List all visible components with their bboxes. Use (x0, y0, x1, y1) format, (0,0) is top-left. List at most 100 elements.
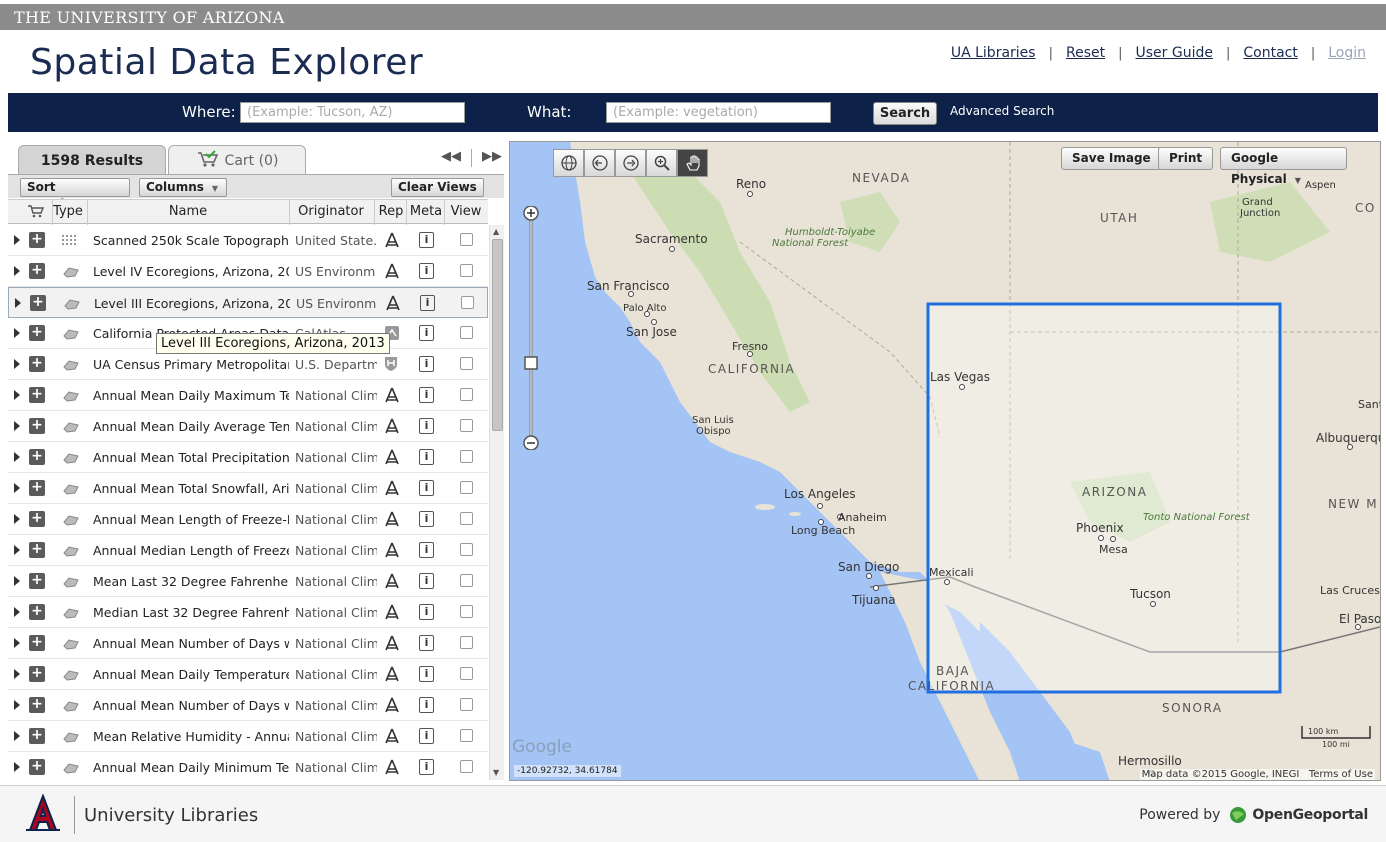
result-name[interactable]: Mean Relative Humidity - Annual (93, 729, 289, 744)
ua-logo[interactable] (22, 793, 64, 838)
forward-icon[interactable] (615, 149, 646, 177)
add-to-cart-button[interactable]: + (29, 635, 45, 651)
add-to-cart-button[interactable]: + (29, 325, 45, 341)
zoom-slider[interactable] (522, 205, 540, 451)
result-name[interactable]: Scanned 250k Scale Topographi (93, 233, 289, 248)
add-to-cart-button[interactable]: + (29, 759, 45, 775)
expand-row-icon[interactable] (14, 607, 20, 617)
view-checkbox[interactable] (460, 543, 473, 556)
metadata-info-icon[interactable]: i (419, 604, 434, 620)
metadata-info-icon[interactable]: i (419, 666, 434, 682)
expand-row-icon[interactable] (14, 669, 20, 679)
add-to-cart-button[interactable]: + (29, 542, 45, 558)
col-type[interactable]: Type (52, 204, 84, 219)
metadata-info-icon[interactable]: i (419, 511, 434, 527)
expand-row-icon[interactable] (14, 576, 20, 586)
save-image-button[interactable]: Save Image (1061, 147, 1162, 170)
view-checkbox[interactable] (460, 450, 473, 463)
result-name[interactable]: Annual Mean Total Snowfall, Arizo (93, 481, 289, 496)
result-name[interactable]: Annual Mean Length of Freeze-Fr (93, 512, 289, 527)
add-to-cart-button[interactable]: + (29, 232, 45, 248)
add-to-cart-button[interactable]: + (29, 387, 45, 403)
add-to-cart-button[interactable]: + (29, 356, 45, 372)
add-to-cart-button[interactable]: + (29, 728, 45, 744)
view-checkbox[interactable] (460, 667, 473, 680)
expand-row-icon[interactable] (14, 762, 20, 772)
result-row[interactable]: + Annual Mean Number of Days wi National C… (8, 690, 488, 721)
result-name[interactable]: Annual Mean Daily Average Temp (93, 419, 289, 434)
expand-row-icon[interactable] (14, 483, 20, 493)
scroll-thumb[interactable] (492, 239, 503, 431)
result-row[interactable]: + Mean Relative Humidity - Annual National… (8, 721, 488, 752)
add-to-cart-button[interactable]: + (29, 697, 45, 713)
result-name[interactable]: Annual Mean Daily Maximum Ter (93, 388, 289, 403)
col-meta[interactable]: Meta (408, 204, 444, 219)
col-view[interactable]: View (448, 204, 484, 219)
expand-row-icon[interactable] (14, 700, 20, 710)
col-name[interactable]: Name (88, 204, 288, 219)
collapse-left-icon[interactable]: ◀◀ (441, 149, 461, 167)
tab-cart[interactable]: Cart (0) (168, 145, 306, 174)
col-originator[interactable]: Originator (290, 204, 372, 219)
add-to-cart-button[interactable]: + (29, 263, 45, 279)
view-checkbox[interactable] (460, 636, 473, 649)
map-view[interactable]: NEVADA UTAH CALIFORNIA ARIZONA BAJA CALI… (509, 141, 1381, 781)
advanced-search-link[interactable]: Advanced Search (950, 104, 1054, 118)
zoom-box-icon[interactable] (646, 149, 677, 177)
basemap-select[interactable]: Google Physical ▼ (1220, 147, 1347, 186)
result-row[interactable]: + Level III Ecoregions, Arizona, 20 US Env… (8, 287, 488, 318)
result-name[interactable]: UA Census Primary Metropolitan (93, 357, 289, 372)
result-name[interactable]: Mean Last 32 Degree Fahrenheit (93, 574, 289, 589)
expand-row-icon[interactable] (14, 731, 20, 741)
sort-results-button[interactable]: Sort Results▼ (20, 178, 130, 211)
view-checkbox[interactable] (460, 326, 473, 339)
metadata-info-icon[interactable]: i (419, 635, 434, 651)
scroll-down-icon[interactable]: ▼ (493, 768, 499, 777)
result-name[interactable]: Annual Median Length of Freeze- (93, 543, 289, 558)
result-row[interactable]: + Annual Mean Total Snowfall, Arizo Nation… (8, 473, 488, 504)
result-row[interactable]: + Annual Mean Length of Freeze-Fr National… (8, 504, 488, 535)
result-row[interactable]: + Annual Mean Number of Days wi National C… (8, 628, 488, 659)
metadata-info-icon[interactable]: i (419, 232, 434, 248)
view-checkbox[interactable] (460, 760, 473, 773)
result-row[interactable]: + Median Last 32 Degree Fahrenhe National … (8, 597, 488, 628)
view-checkbox[interactable] (460, 512, 473, 525)
view-checkbox[interactable] (460, 264, 473, 277)
expand-row-icon[interactable] (14, 328, 20, 338)
add-to-cart-button[interactable]: + (29, 449, 45, 465)
expand-row-icon[interactable] (14, 359, 20, 369)
metadata-info-icon[interactable]: i (419, 728, 434, 744)
view-checkbox[interactable] (460, 481, 473, 494)
back-icon[interactable] (584, 149, 615, 177)
terms-link[interactable]: Terms of Use (1309, 769, 1373, 780)
expand-row-icon[interactable] (15, 298, 21, 308)
result-name[interactable]: Level IV Ecoregions, Arizona, 20 (93, 264, 289, 279)
view-checkbox[interactable] (460, 233, 473, 246)
tab-results[interactable]: 1598 Results (18, 145, 166, 174)
expand-row-icon[interactable] (14, 545, 20, 555)
result-name[interactable]: Annual Mean Daily Minimum Ten (93, 760, 289, 775)
result-name[interactable]: Level III Ecoregions, Arizona, 20 (94, 296, 290, 311)
user-guide-link[interactable]: User Guide (1135, 45, 1212, 61)
scroll-up-icon[interactable]: ▲ (493, 227, 499, 236)
col-rep[interactable]: Rep (376, 204, 406, 219)
where-input[interactable] (240, 102, 465, 123)
view-checkbox[interactable] (460, 388, 473, 401)
metadata-info-icon[interactable]: i (419, 759, 434, 775)
view-checkbox[interactable] (460, 574, 473, 587)
metadata-info-icon[interactable]: i (419, 263, 434, 279)
metadata-info-icon[interactable]: i (419, 356, 434, 372)
metadata-info-icon[interactable]: i (419, 480, 434, 496)
metadata-info-icon[interactable]: i (419, 387, 434, 403)
result-row[interactable]: + Annual Mean Daily Temperature National C… (8, 659, 488, 690)
result-name[interactable]: Annual Mean Number of Days wi (93, 636, 289, 651)
metadata-info-icon[interactable]: i (419, 418, 434, 434)
add-to-cart-button[interactable]: + (29, 573, 45, 589)
metadata-info-icon[interactable]: i (419, 542, 434, 558)
expand-row-icon[interactable] (14, 235, 20, 245)
add-to-cart-button[interactable]: + (29, 666, 45, 682)
metadata-info-icon[interactable]: i (419, 325, 434, 341)
result-row[interactable]: + Annual Mean Total Precipitation, Nationa… (8, 442, 488, 473)
expand-row-icon[interactable] (14, 452, 20, 462)
zoom-handle[interactable] (524, 356, 538, 370)
